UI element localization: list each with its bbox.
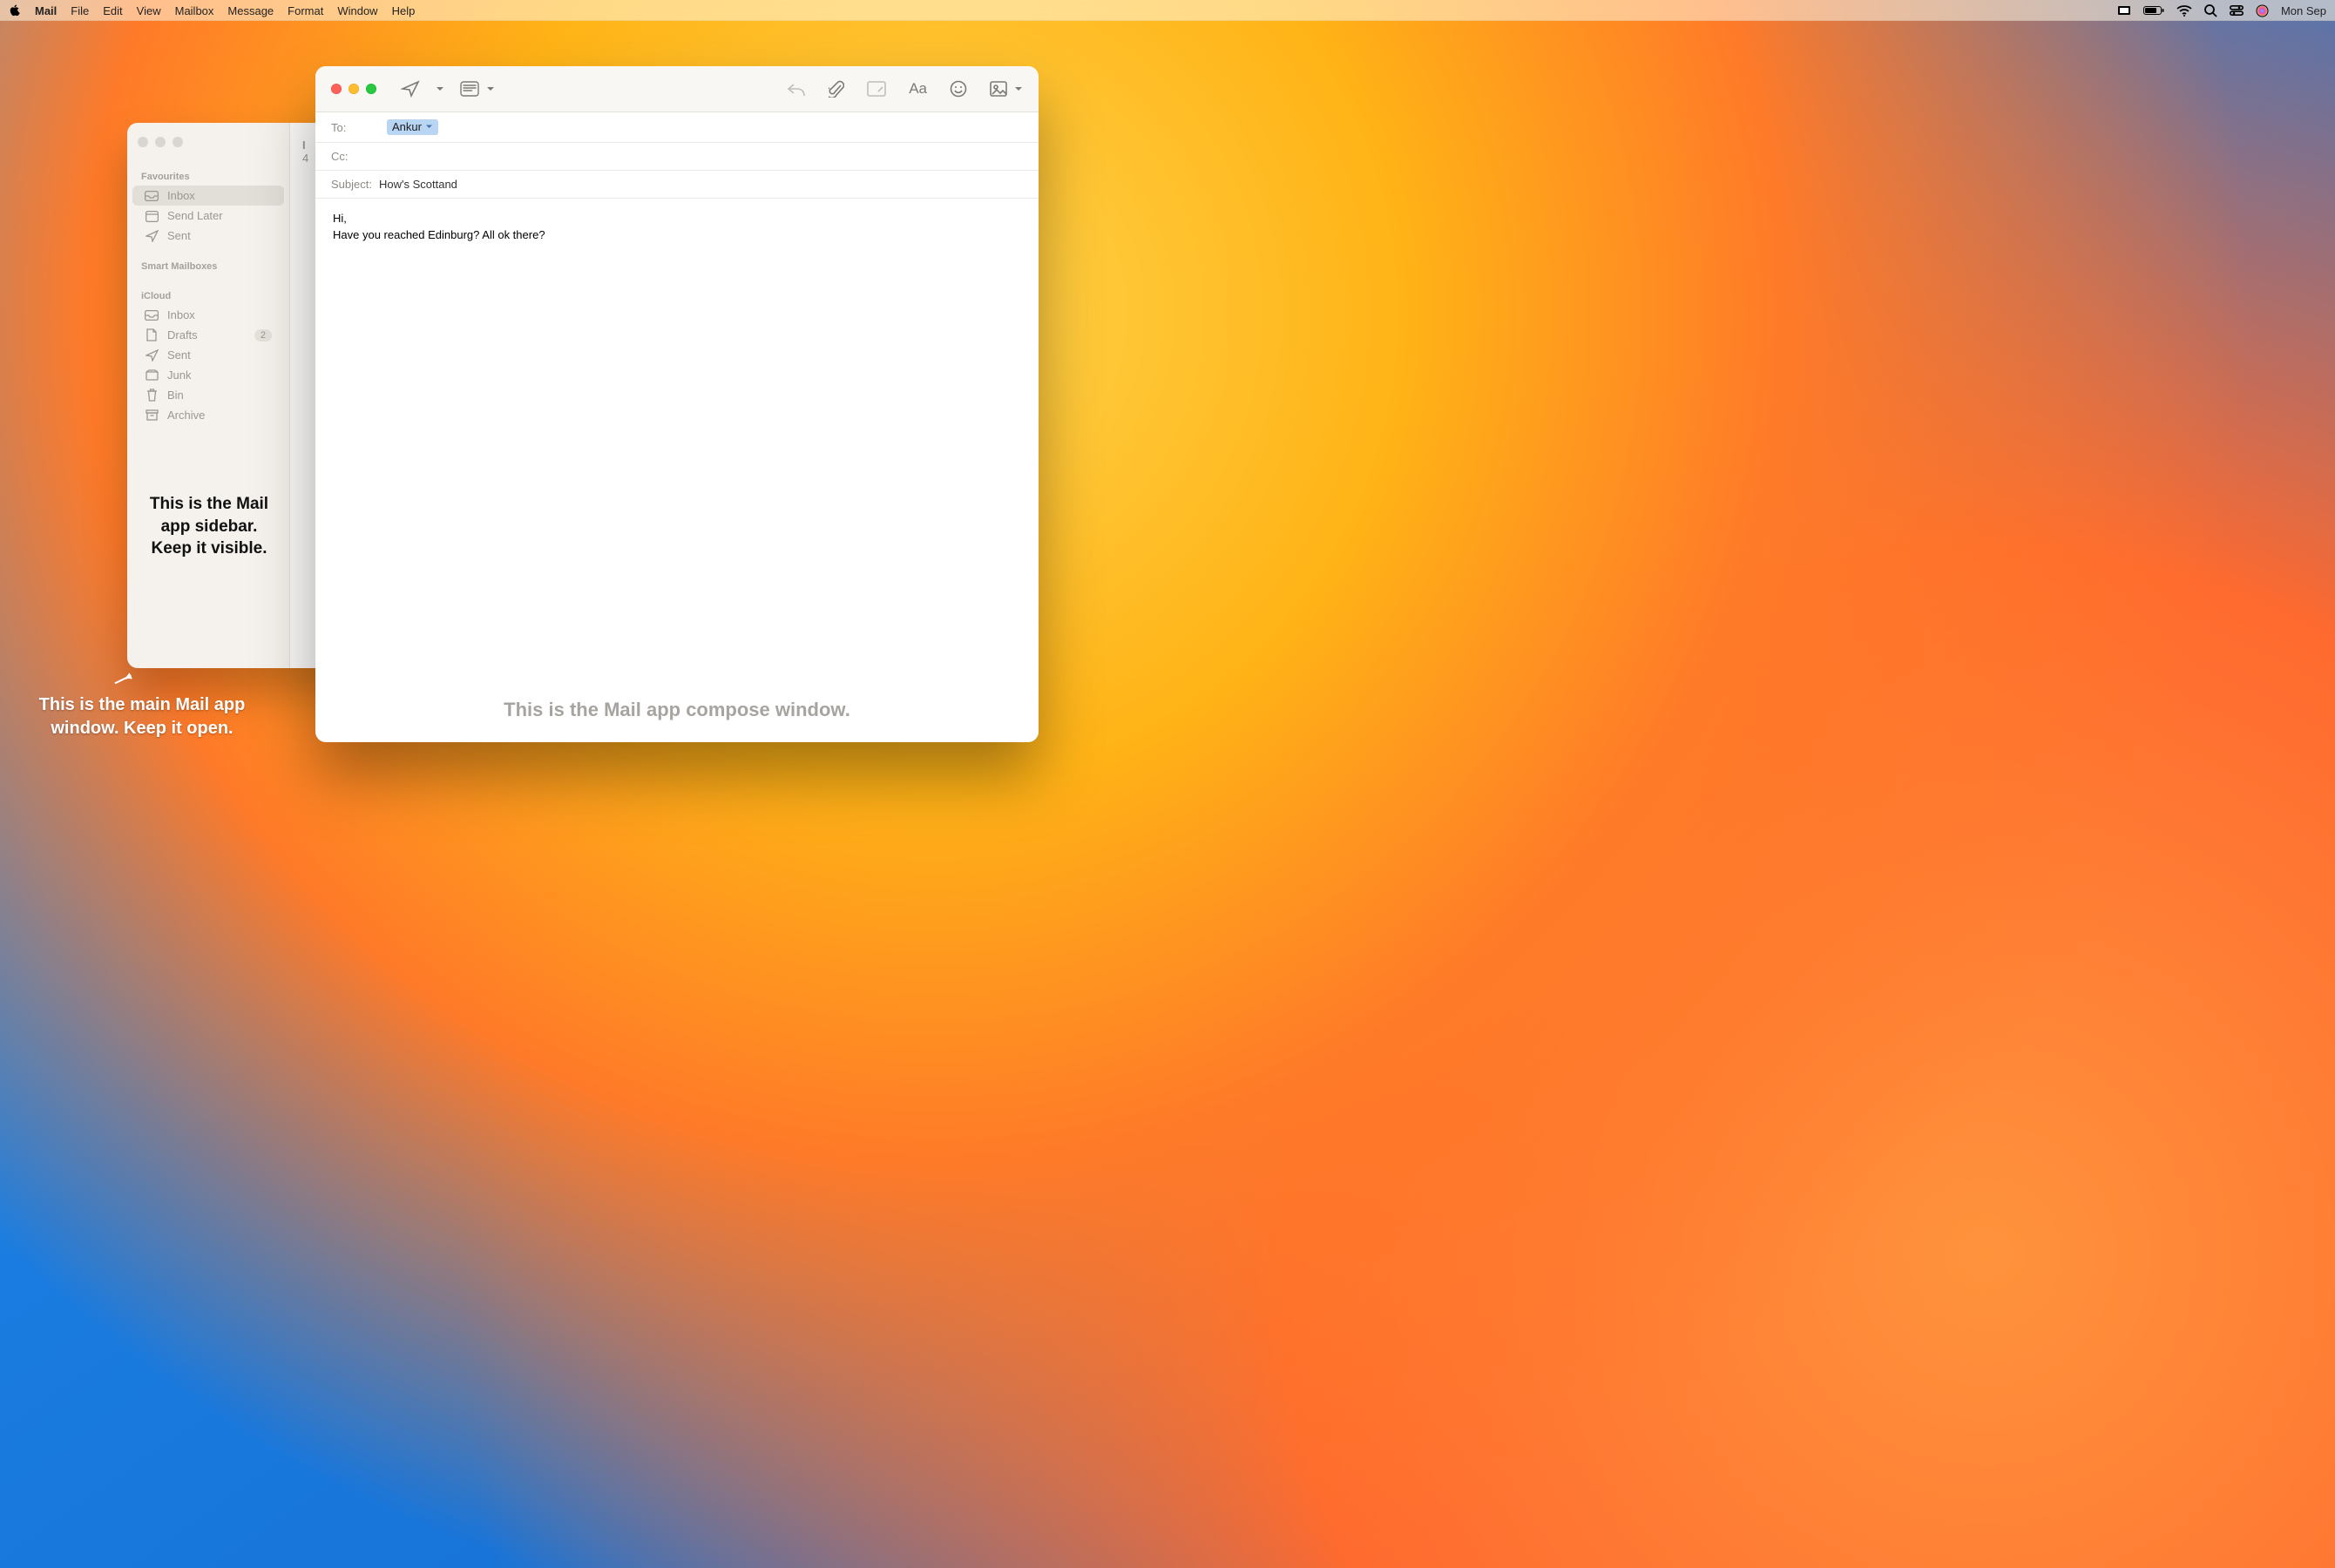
sidebar-item-label: Inbox bbox=[167, 189, 195, 202]
chevron-down-icon[interactable] bbox=[425, 124, 433, 130]
status-battery-icon[interactable] bbox=[2143, 5, 2164, 16]
app-name-menu[interactable]: Mail bbox=[35, 4, 57, 17]
minimize-icon[interactable] bbox=[349, 84, 359, 94]
calendar-clock-icon bbox=[145, 210, 159, 222]
menu-edit[interactable]: Edit bbox=[103, 4, 122, 17]
compose-toolbar: Aa bbox=[315, 66, 1039, 112]
sidebar-item-inbox[interactable]: Inbox bbox=[132, 186, 284, 206]
zoom-icon[interactable] bbox=[366, 84, 376, 94]
sidebar-item-junk[interactable]: Junk bbox=[132, 365, 284, 385]
sidebar-item-bin[interactable]: Bin bbox=[132, 385, 284, 405]
junk-icon bbox=[145, 369, 159, 381]
sidebar-item-archive[interactable]: Archive bbox=[132, 405, 284, 425]
markup-icon[interactable] bbox=[867, 81, 886, 97]
menu-view[interactable]: View bbox=[137, 4, 161, 17]
sidebar-item-icloud-inbox[interactable]: Inbox bbox=[132, 305, 284, 325]
window-controls[interactable] bbox=[331, 84, 376, 94]
cc-field-row[interactable]: Cc: bbox=[315, 143, 1039, 171]
sidebar-header-favourites: Favourites bbox=[127, 166, 289, 186]
sidebar-item-sendlater[interactable]: Send Later bbox=[132, 206, 284, 226]
menu-format[interactable]: Format bbox=[288, 4, 323, 17]
inbox-icon bbox=[145, 191, 159, 201]
window-controls-inactive[interactable] bbox=[138, 137, 183, 147]
sidebar-header-smart: Smart Mailboxes bbox=[127, 256, 289, 275]
apple-menu[interactable] bbox=[9, 4, 21, 17]
send-options-dropdown[interactable] bbox=[436, 85, 444, 92]
emoji-button[interactable] bbox=[950, 80, 967, 98]
sidebar-item-label: Send Later bbox=[167, 209, 223, 222]
close-icon[interactable] bbox=[331, 84, 342, 94]
menu-help[interactable]: Help bbox=[392, 4, 416, 17]
annotation-sidebar: This is the Mail app sidebar. Keep it vi… bbox=[139, 493, 279, 560]
sidebar-item-icloud-sent[interactable]: Sent bbox=[132, 345, 284, 365]
to-label: To: bbox=[331, 121, 380, 134]
sidebar-item-label: Inbox bbox=[167, 308, 195, 321]
annotation-compose: This is the Mail app compose window. bbox=[315, 698, 1039, 723]
close-dim-icon[interactable] bbox=[138, 137, 148, 147]
sidebar-item-label: Drafts bbox=[167, 328, 198, 341]
menu-message[interactable]: Message bbox=[227, 4, 274, 17]
sidebar-item-drafts[interactable]: Drafts 2 bbox=[132, 325, 284, 345]
sidebar-item-sent[interactable]: Sent bbox=[132, 226, 284, 246]
status-keylock-icon[interactable] bbox=[2117, 5, 2131, 16]
inbox-icon bbox=[145, 310, 159, 321]
drafts-count-badge: 2 bbox=[254, 329, 272, 341]
status-spotlight-icon[interactable] bbox=[2204, 4, 2217, 17]
menu-file[interactable]: File bbox=[71, 4, 89, 17]
compose-fields: To: Ankur Cc: Subject: How's Scottand bbox=[315, 112, 1039, 199]
subject-value[interactable]: How's Scottand bbox=[379, 178, 457, 191]
sidebar-item-label: Sent bbox=[167, 348, 191, 362]
menu-mailbox[interactable]: Mailbox bbox=[175, 4, 214, 17]
status-control-center-icon[interactable] bbox=[2230, 5, 2244, 16]
compose-body[interactable]: Hi, Have you reached Edinburg? All ok th… bbox=[315, 199, 1039, 256]
reply-icon[interactable] bbox=[787, 81, 806, 97]
recipient-chip[interactable]: Ankur bbox=[387, 119, 438, 135]
subject-label: Subject: bbox=[331, 178, 372, 191]
status-wifi-icon[interactable] bbox=[2176, 5, 2192, 17]
sidebar-item-label: Junk bbox=[167, 368, 191, 382]
compose-window: Aa To: Ankur Cc: Subject: How's Scottand… bbox=[315, 66, 1039, 742]
sidebar-item-label: Sent bbox=[167, 229, 191, 242]
status-siri-icon[interactable] bbox=[2256, 4, 2269, 17]
subject-field-row[interactable]: Subject: How's Scottand bbox=[315, 171, 1039, 199]
paperplane-icon bbox=[145, 349, 159, 362]
paperplane-icon bbox=[145, 230, 159, 242]
minimize-dim-icon[interactable] bbox=[155, 137, 166, 147]
to-field-row[interactable]: To: Ankur bbox=[315, 112, 1039, 143]
sidebar-item-label: Archive bbox=[167, 409, 205, 422]
archive-icon bbox=[145, 409, 159, 421]
send-button[interactable] bbox=[401, 80, 420, 98]
sidebar-item-label: Bin bbox=[167, 389, 184, 402]
menu-window[interactable]: Window bbox=[337, 4, 377, 17]
format-button[interactable]: Aa bbox=[909, 80, 927, 98]
header-fields-dropdown[interactable] bbox=[460, 81, 495, 97]
document-icon bbox=[145, 328, 159, 341]
photo-button[interactable] bbox=[990, 81, 1023, 97]
sidebar-header-icloud: iCloud bbox=[127, 286, 289, 305]
attach-button[interactable] bbox=[829, 80, 844, 98]
zoom-dim-icon[interactable] bbox=[173, 137, 183, 147]
trash-icon bbox=[145, 389, 159, 402]
menubar: Mail File Edit View Mailbox Message Form… bbox=[0, 0, 2335, 21]
recipient-name: Ankur bbox=[392, 120, 422, 133]
mail-sidebar: Favourites Inbox Send Later Sent Smart M… bbox=[127, 161, 289, 668]
cc-label: Cc: bbox=[331, 150, 380, 163]
status-clock[interactable]: Mon Sep bbox=[2281, 4, 2326, 17]
annotation-main-window: This is the main Mail app window. Keep i… bbox=[24, 693, 260, 740]
